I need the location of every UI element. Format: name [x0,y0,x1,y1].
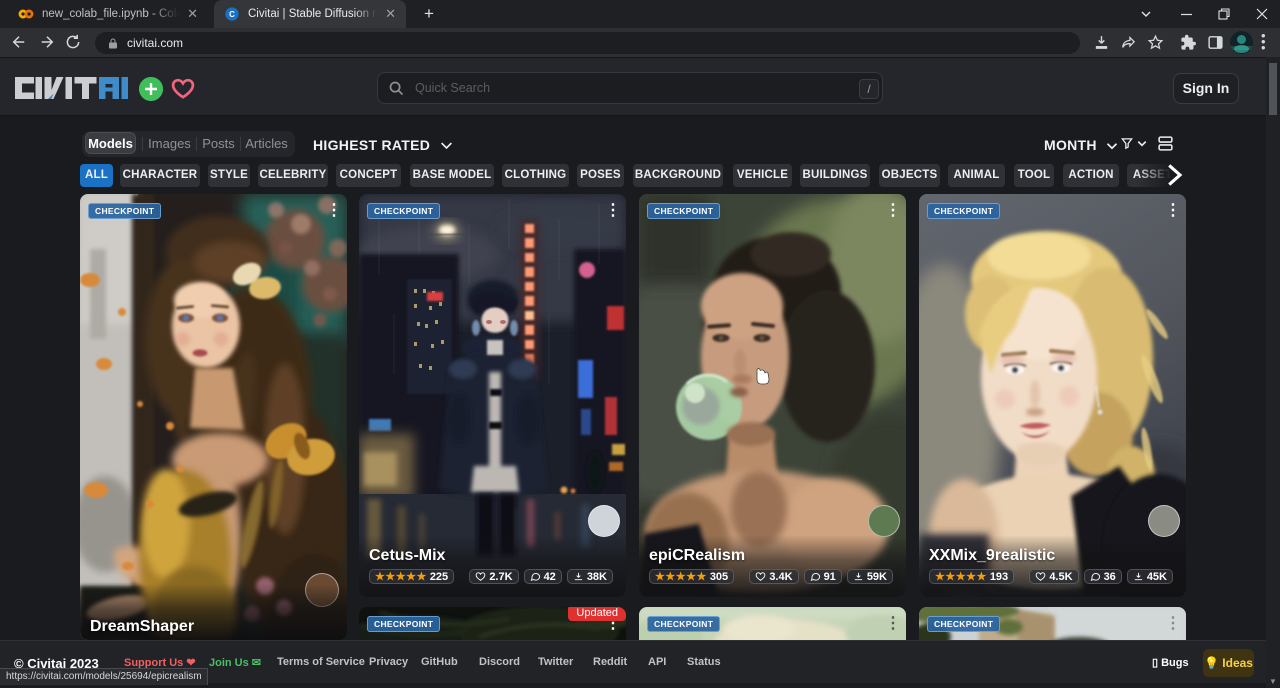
svg-text:C: C [229,10,235,19]
